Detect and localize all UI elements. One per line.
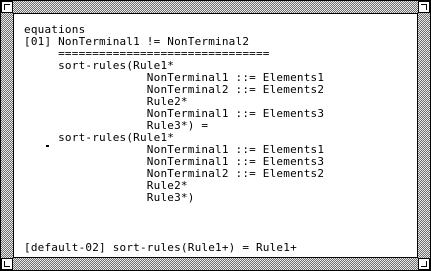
text-cursor-marker: [46, 145, 49, 147]
equations-text-area[interactable]: equations [01] NonTerminal1 != NonTermin…: [13, 13, 418, 258]
code-line: Rule3*): [24, 191, 195, 204]
code-line-default-equation: [default-02] sort-rules(Rule1+) = Rule1+: [24, 241, 297, 254]
term-editor-window: equations [01] NonTerminal1 != NonTermin…: [0, 0, 431, 271]
resize-handle-top-left[interactable]: [1, 1, 13, 13]
resize-handle-bottom-right[interactable]: [418, 258, 430, 270]
resize-handle-top-right[interactable]: [418, 1, 430, 13]
resize-handle-bottom-left[interactable]: [1, 258, 13, 270]
